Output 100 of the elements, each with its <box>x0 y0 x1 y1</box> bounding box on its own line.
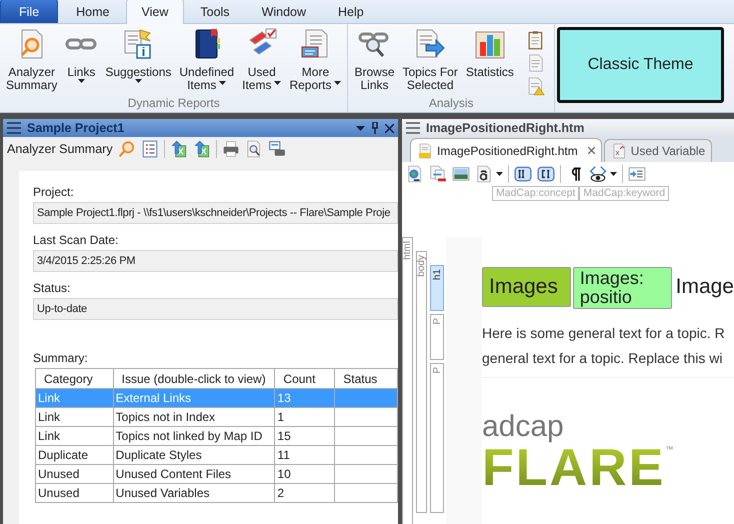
tag-marker: MadCap:concept <box>492 186 580 201</box>
table-cell: Unused Content Files <box>113 464 275 484</box>
table-cell: 10 <box>274 464 335 484</box>
ribbon-button[interactable]: Analyzer Summary <box>2 28 62 96</box>
group-label: Analysis <box>428 96 475 112</box>
font-icon <box>475 165 493 183</box>
field-label: Last Scan Date: <box>33 233 120 247</box>
table-cell: Duplicate Styles <box>113 446 275 464</box>
printer-icon <box>222 140 240 158</box>
variable-block[interactable]: Images <box>482 267 571 307</box>
table-cell: Topics not linked by Map ID <box>113 426 275 446</box>
table-cell: Unused Variables <box>113 484 275 502</box>
toolbar-button[interactable] <box>475 165 503 183</box>
table-cell <box>334 426 398 446</box>
document-tab[interactable]: Used Variable <box>604 139 712 162</box>
toolbar-title: Analyzer Summary <box>7 142 113 156</box>
document-remove-icon <box>429 165 447 183</box>
paragraph: Here is some general text for a topic. R general text for a topic. Replace this wi <box>482 321 734 378</box>
ribbon-tab[interactable]: Tools <box>184 0 246 23</box>
table-cell: 2 <box>274 484 335 502</box>
table-cell <box>334 464 398 484</box>
toolbar-button[interactable] <box>170 140 188 158</box>
tag-marker: MadCap:keyword <box>579 186 670 201</box>
table-cell: Link <box>36 388 114 408</box>
ribbon-button[interactable]: Statistics <box>462 28 518 96</box>
toolbar-button[interactable] <box>406 165 424 183</box>
table-cell: Unused <box>36 484 114 502</box>
table-cell <box>334 484 398 502</box>
ribbon-button[interactable]: Used Items <box>238 28 286 96</box>
menu-icon[interactable] <box>7 122 21 134</box>
ribbon-button[interactable]: Suggestions <box>101 28 176 96</box>
trademark-mark: ™ <box>665 446 674 454</box>
export-icon <box>192 140 211 158</box>
table-cell <box>334 446 398 464</box>
table-cell: 15 <box>274 426 335 446</box>
column-header[interactable]: Issue (double-click to view) <box>113 368 275 388</box>
table-cell: 13 <box>274 388 335 408</box>
read-only-field[interactable]: Up-to-date <box>33 298 398 320</box>
group-label: Dynamic Reports <box>126 96 221 112</box>
panel-title: Sample Project1 <box>27 121 124 135</box>
table-cell: 1 <box>274 408 335 426</box>
image-icon <box>452 165 470 183</box>
table-cell: Link <box>36 426 114 446</box>
theme-label: Classic Theme <box>557 27 724 103</box>
dropdown-icon[interactable] <box>356 126 365 130</box>
table-cell: Link <box>36 408 114 426</box>
print-preview-icon <box>244 140 263 158</box>
ribbon-button[interactable]: Topics For Selected <box>398 28 462 96</box>
structure-bar[interactable]: html <box>402 237 413 524</box>
pin-icon[interactable] <box>371 122 379 134</box>
index-icon <box>514 165 532 183</box>
toolbar-button[interactable] <box>140 140 159 158</box>
ribbon-tab[interactable]: Home <box>60 0 126 23</box>
document-arrow-icon <box>414 28 446 60</box>
ribbon-button[interactable]: More Reports <box>285 28 346 96</box>
column-header[interactable]: Count <box>274 368 335 388</box>
close-icon[interactable] <box>385 124 394 132</box>
print-setup-icon <box>268 140 286 158</box>
logo-text: adcap <box>482 412 565 442</box>
snippet-block[interactable]: Images: positio <box>572 267 672 309</box>
report-icon <box>610 143 627 159</box>
menu-icon[interactable] <box>406 122 420 134</box>
export-icon <box>170 140 188 158</box>
toolbar-button[interactable] <box>192 140 211 158</box>
structure-bar[interactable]: body <box>416 251 427 513</box>
column-header[interactable]: Status <box>334 368 398 388</box>
eye-icon <box>589 165 607 183</box>
summary-label: Summary: <box>33 351 89 365</box>
table-cell: 11 <box>274 446 335 464</box>
read-only-field[interactable]: 3/4/2015 2:25:26 PM <box>33 250 398 272</box>
ribbon-button[interactable]: Links <box>61 28 102 96</box>
ribbon-tab[interactable]: Window <box>246 0 322 23</box>
toolbar-button[interactable] <box>514 165 532 183</box>
column-header[interactable]: Category <box>36 368 114 388</box>
ribbon-tab[interactable]: Help <box>322 0 380 23</box>
ribbon-button[interactable]: Undefined Items <box>175 28 238 96</box>
search-icon <box>118 140 136 158</box>
table-cell: Topics not in Index <box>113 408 275 426</box>
panel-title: ImagePositionedRight.htm <box>426 121 584 135</box>
structure-bar[interactable]: h1 <box>430 265 444 311</box>
field-label: Project: <box>33 185 75 199</box>
insert-icon <box>628 165 646 183</box>
table-cell: External Links <box>113 388 275 408</box>
document-tab[interactable]: ImagePositionedRight.htm <box>410 138 602 162</box>
field-label: Status: <box>33 281 72 295</box>
table-cell <box>334 408 398 426</box>
table-cell <box>334 388 398 408</box>
toolbar-button[interactable] <box>589 165 617 183</box>
ribbon-tab[interactable]: View <box>126 0 184 24</box>
structure-bar[interactable]: P <box>430 363 444 513</box>
ribbon-button[interactable]: Browse Links <box>350 28 398 96</box>
structure-bar[interactable]: P <box>430 314 444 360</box>
toolbar-button[interactable] <box>537 165 555 183</box>
file-menu-button[interactable]: File <box>0 0 58 23</box>
heading-text: Image <box>674 274 734 300</box>
table-cell: Duplicate <box>36 446 114 464</box>
list-icon <box>140 140 159 158</box>
document-icon <box>417 142 433 158</box>
read-only-field[interactable]: Sample Project1.flprj - \\fs1\users\kschneider\Projects -- Flare\Sample Proje <box>33 202 398 224</box>
close-icon[interactable] <box>588 147 595 154</box>
